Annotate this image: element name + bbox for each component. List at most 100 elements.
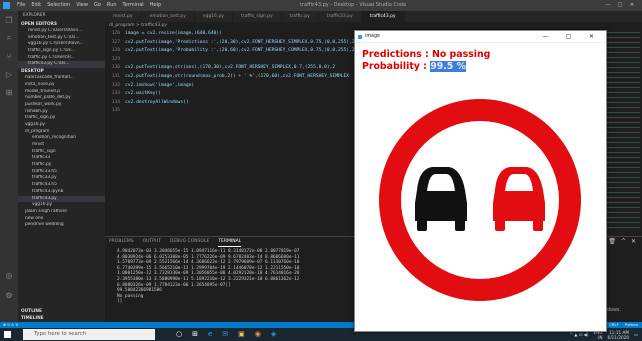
file-tree-item[interactable]: jalam singh rathore <box>18 209 105 216</box>
open-editor-item[interactable]: vgg16.py C:\Users\Ravi\... <box>18 41 105 48</box>
file-tree: haarcascade_frontalf... insta_nose.py mode… <box>18 75 105 229</box>
code-text: cv2.putText(image,str(round(max_prob,2))… <box>125 73 350 79</box>
chrome-icon[interactable]: ◉ <box>255 328 261 341</box>
file-tree-item[interactable]: vgg16.py <box>18 202 105 209</box>
file-tree-item[interactable]: model_trained.p <box>18 89 105 96</box>
panel-tab-problems[interactable]: PROBLEMS <box>109 237 134 247</box>
file-tree-item[interactable]: traffic33.py <box>18 175 105 182</box>
file-explorer-icon[interactable]: ▣ <box>238 328 245 341</box>
image-window-titlebar[interactable]: image — □ ✕ <box>355 31 606 43</box>
file-tree-item[interactable]: emotion_recognition <box>18 135 105 142</box>
photos-icon[interactable]: ◈ <box>271 328 276 341</box>
tab-mnist-py[interactable]: mnist.py <box>105 11 142 22</box>
open-editor-item[interactable]: traffic43.py C:\Us... <box>18 61 105 69</box>
tab-traffic43-py[interactable]: traffic43.py <box>361 11 405 22</box>
file-tree-item[interactable]: traffic43.py <box>18 195 105 203</box>
tab-traffic_sign-py[interactable]: traffic_sign.py <box>233 11 282 22</box>
open-editor-item[interactable]: emotion_test.py C:\Us... <box>18 35 105 42</box>
file-tree-item[interactable]: traffic33.h5 <box>18 169 105 176</box>
line-number: 133 <box>111 91 120 97</box>
task-view-icon[interactable]: ⊞ <box>192 328 198 341</box>
close-panel-icon[interactable]: ✕ <box>631 238 636 245</box>
breadcrumb[interactable]: dl_program > traffic43.py <box>105 22 642 30</box>
code-editor[interactable]: 126 image = cv2.resize(image,(640,640)) 1… <box>105 30 363 118</box>
window-title: traffic43.py - Desktop - Visual Studio C… <box>300 2 407 8</box>
kill-terminal-icon[interactable]: 🗑 <box>608 238 616 245</box>
vscode-icon[interactable]: ✉ <box>222 328 228 341</box>
cortana-icon[interactable]: ○ <box>176 328 182 341</box>
close-button[interactable]: ✕ <box>626 0 638 11</box>
file-tree-item[interactable]: traffic.py <box>18 162 105 169</box>
clock[interactable]: 11:11 AM 6/11/2020 <box>608 330 629 340</box>
file-tree-item[interactable]: insta_nose.py <box>18 82 105 89</box>
open-editor-item[interactable]: traffic_sign.py C:\Us... <box>18 48 105 55</box>
open-editors-section[interactable]: OPEN EDITORS <box>18 21 105 28</box>
chevron-up-icon[interactable]: ^ <box>621 238 626 245</box>
file-tree-item[interactable]: dl_program <box>18 129 105 136</box>
desktop-section[interactable]: DESKTOP <box>18 68 105 75</box>
search-icon[interactable]: ⌕ <box>0 29 18 47</box>
menu-item-file[interactable]: File <box>14 0 28 11</box>
file-tree-item[interactable]: traffic_sign <box>18 149 105 156</box>
code-text: cv2.destroyAllWindows() <box>125 99 189 105</box>
menu-item-run[interactable]: Run <box>104 0 120 11</box>
files-icon[interactable]: ❐ <box>0 11 18 29</box>
explorer-header: EXPLORER <box>23 13 46 18</box>
maximize-button[interactable]: □ <box>614 0 626 11</box>
run-icon[interactable]: ▷ <box>0 65 18 83</box>
extensions-icon[interactable]: ⊞ <box>0 83 18 101</box>
menu-item-terminal[interactable]: Terminal <box>120 0 147 11</box>
taskbar-search-input[interactable]: Type here to search <box>23 329 155 340</box>
explorer-sidebar: EXPLORER OPEN EDITORS mnist.py C:\Users\… <box>18 11 105 322</box>
tab-vgg16-py[interactable]: vgg16.py <box>195 11 233 22</box>
window-controls: — □ ✕ <box>602 0 638 11</box>
tray-icons[interactable]: ^ ▲ ⊡ ◀) <box>569 332 588 337</box>
file-tree-item[interactable]: mnist <box>18 142 105 149</box>
code-text: cv2.imshow('image',image) <box>125 82 195 88</box>
code-text: cv2.waitKey() <box>125 91 161 97</box>
menu-item-edit[interactable]: Edit <box>28 0 44 11</box>
open-editor-item[interactable]: mnist.py C:\Users\Ravi\... <box>18 28 105 35</box>
menu-item-selection[interactable]: Selection <box>44 0 73 11</box>
file-tree-item[interactable]: number_plate_det.py <box>18 95 105 102</box>
source-control-icon[interactable]: ⑂ <box>0 47 18 65</box>
file-tree-item[interactable]: traffic33 <box>18 155 105 162</box>
activity-bar: ❐ ⌕ ⑂ ▷ ⊞ ◎ ⚙ <box>0 11 18 322</box>
tab-traffic-py[interactable]: traffic.py <box>282 11 319 22</box>
open-editor-item[interactable]: traffic.py C:\Users\R... <box>18 55 105 62</box>
windows-start-icon[interactable] <box>4 331 11 338</box>
image-minimize-button[interactable]: — <box>534 31 557 43</box>
timeline-section[interactable]: TIMELINE <box>18 315 105 322</box>
panel-tab-debug-console[interactable]: DEBUG CONSOLE <box>170 237 209 247</box>
file-tree-item[interactable]: vgg16.py <box>18 122 105 129</box>
account-icon[interactable]: ◎ <box>0 266 18 284</box>
image-window[interactable]: image — □ ✕ Predictions : No passing Pro… <box>354 30 607 332</box>
file-tree-item[interactable]: traffic43.h5 <box>18 182 105 189</box>
edge-icon[interactable]: e <box>208 328 212 341</box>
line-number: 129 <box>111 56 120 62</box>
code-text: cv2.putText(image,str(ans),(170,30),cv2.… <box>125 65 336 71</box>
menu-item-go[interactable]: Go <box>91 0 104 11</box>
tab-traffic33-py[interactable]: traffic33.py <box>319 11 362 22</box>
panel-tab-terminal[interactable]: TERMINAL <box>218 237 242 247</box>
outline-section[interactable]: OUTLINE <box>18 308 105 315</box>
code-line: 133 cv2.waitKey() <box>105 90 363 99</box>
menu-item-help[interactable]: Help <box>147 0 164 11</box>
image-close-button[interactable]: ✕ <box>580 31 603 43</box>
notification-icon[interactable]: ▭ <box>634 332 638 337</box>
image-window-title: image <box>365 34 380 39</box>
file-tree-item[interactable]: pushkar_work.py <box>18 102 105 109</box>
file-tree-item[interactable]: traffic43.ipynb <box>18 189 105 196</box>
file-tree-item[interactable]: pendrive wedding <box>18 222 105 229</box>
code-line: 126 image = cv2.resize(image,(640,640)) <box>105 30 363 39</box>
minimize-button[interactable]: — <box>602 0 614 11</box>
file-tree-item[interactable]: traffic_sign.py <box>18 115 105 122</box>
settings-gear-icon[interactable]: ⚙ <box>0 286 18 304</box>
menu-item-view[interactable]: View <box>73 0 91 11</box>
file-tree-item[interactable]: new one <box>18 216 105 223</box>
file-tree-item[interactable]: rishabh.py <box>18 109 105 116</box>
file-tree-item[interactable]: haarcascade_frontalf... <box>18 75 105 82</box>
tab-emotion_test-py[interactable]: emotion_test.py <box>142 11 195 22</box>
panel-tab-output[interactable]: OUTPUT <box>143 237 161 247</box>
image-maximize-button[interactable]: □ <box>557 31 580 43</box>
